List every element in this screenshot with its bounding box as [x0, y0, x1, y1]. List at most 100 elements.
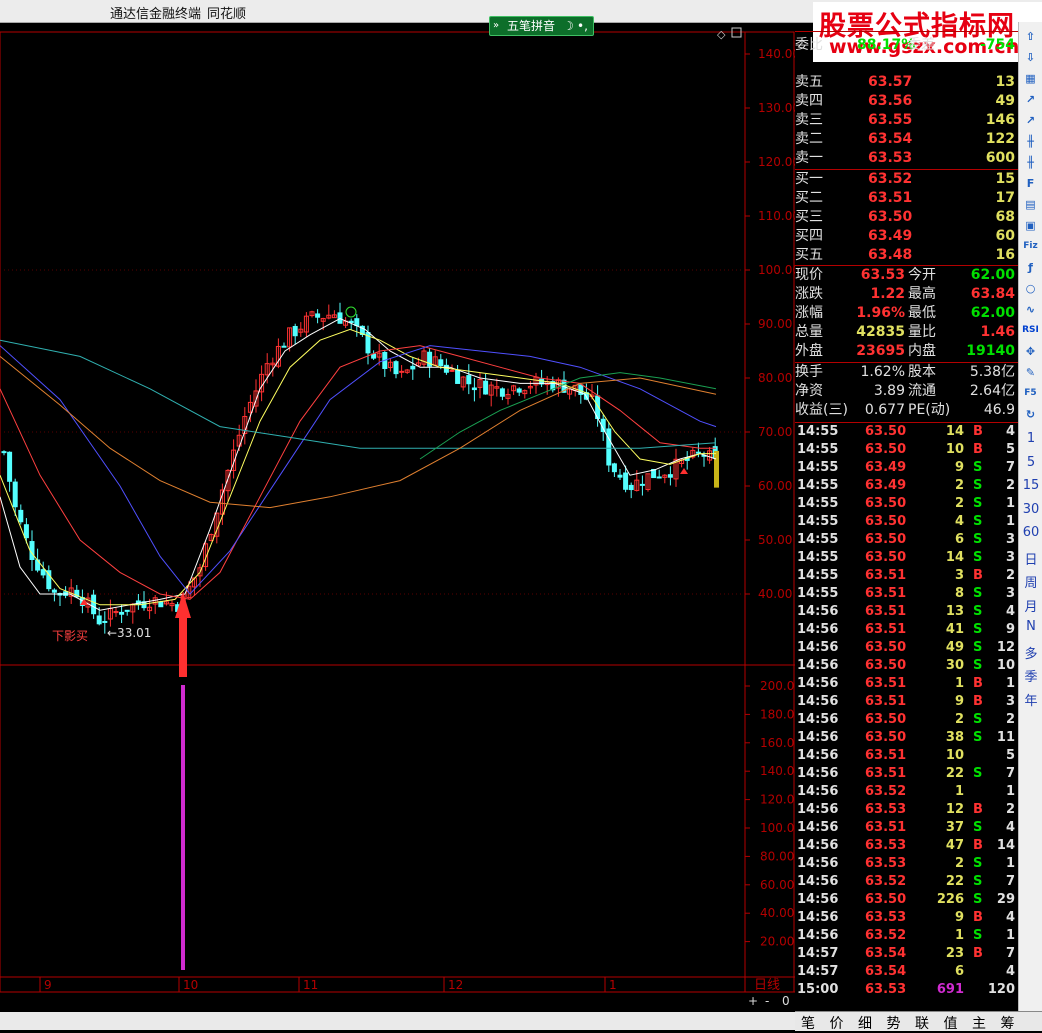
wave-icon[interactable]: ∿ — [1022, 301, 1039, 318]
period-1[interactable]: 1 — [1019, 431, 1042, 446]
period-N[interactable]: N — [1019, 619, 1042, 634]
period-60[interactable]: 60 — [1019, 525, 1042, 540]
arrow-down-icon[interactable]: ⇩ — [1022, 49, 1039, 66]
bid-price: 63.48 — [868, 247, 913, 263]
candle-body — [18, 509, 24, 523]
stat-value: 19140 — [966, 343, 1015, 359]
ask-price: 63.53 — [868, 150, 913, 166]
tick-side: B — [973, 802, 983, 817]
news-icon[interactable]: ▤ — [1022, 196, 1039, 213]
tick-side: S — [973, 622, 983, 637]
move-icon[interactable]: ✥ — [1022, 343, 1039, 360]
f10-icon[interactable]: F — [1022, 175, 1039, 192]
bottom-tab-1[interactable]: 价 — [830, 1013, 844, 1033]
stat-row: 现价 63.53 今开 62.00 — [795, 266, 1018, 285]
candle-body — [29, 541, 35, 561]
month-label: 11 — [303, 978, 318, 992]
period-5[interactable]: 5 — [1019, 455, 1042, 470]
chart-line-icon[interactable]: ↗ — [1022, 91, 1039, 108]
menu-tdx-terminal[interactable]: 通达信金融终端 — [110, 3, 201, 22]
tick-volume: 22 — [945, 874, 964, 889]
zoom-reset-button[interactable]: 0 — [782, 994, 790, 1008]
ask-volume: 49 — [995, 93, 1015, 109]
refresh-icon[interactable]: ↻ — [1022, 406, 1039, 423]
tick-time: 14:57 — [797, 946, 839, 961]
arrow-up-icon[interactable]: ⇧ — [1022, 28, 1039, 45]
tick-count: 29 — [996, 892, 1015, 907]
fx-icon[interactable]: ƒ — [1022, 259, 1039, 276]
zoom-out-button[interactable]: - — [765, 994, 769, 1008]
tick-row: 15:00 63.53 691 120 — [795, 981, 1018, 999]
tick-count: 3 — [1005, 586, 1015, 601]
tick-volume: 8 — [954, 586, 964, 601]
low-price-label: ←33.01 — [107, 626, 151, 640]
table-icon[interactable]: ▣ — [1022, 217, 1039, 234]
stat-value: 5.38亿 — [969, 364, 1015, 380]
punct-icon[interactable]: •, — [577, 17, 588, 35]
tick-count: 3 — [1005, 694, 1015, 709]
tick-count: 1 — [1005, 784, 1015, 799]
vol-tick-label: 160.00 — [760, 736, 795, 750]
bid-volume: 60 — [995, 228, 1015, 244]
expand-diamond-icon[interactable]: ◇ — [717, 28, 726, 41]
bottom-tab-7[interactable]: 筹 — [1001, 1013, 1015, 1033]
period-多[interactable]: 多 — [1019, 643, 1042, 662]
tick-time: 14:56 — [797, 694, 839, 709]
bottom-tab-0[interactable]: 笔 — [801, 1013, 815, 1033]
bottom-tab-5[interactable]: 值 — [944, 1013, 958, 1033]
tick-volume: 47 — [945, 838, 964, 853]
f5-icon[interactable]: F5 — [1022, 385, 1039, 402]
period-月[interactable]: 月 — [1019, 596, 1042, 615]
stat-value: 1.46 — [980, 324, 1015, 340]
signal-volume-bar — [181, 685, 185, 970]
circle-icon[interactable]: ○ — [1022, 280, 1039, 297]
menu-tonghuashun[interactable]: 同花顺 — [207, 3, 246, 22]
bid-row: 买一 63.52 15 — [795, 170, 1018, 189]
fiz-icon[interactable]: Fiz — [1022, 238, 1039, 255]
chevron-down-icon[interactable]: » — [493, 17, 499, 35]
bid-price: 63.51 — [868, 190, 913, 206]
period-季[interactable]: 季 — [1019, 666, 1042, 685]
period-日[interactable]: 日 — [1019, 549, 1042, 568]
tick-time: 14:55 — [797, 424, 839, 439]
stat2-row: 净资 3.89 流通 2.64亿 — [795, 382, 1018, 401]
period-label[interactable]: 日线 — [754, 978, 780, 993]
bottom-tab-3[interactable]: 势 — [887, 1013, 901, 1033]
zoom-in-button[interactable]: + — [748, 994, 758, 1008]
tick-count: 4 — [1005, 604, 1015, 619]
pencil-icon[interactable]: ✎ — [1022, 364, 1039, 381]
tick-price: 63.51 — [865, 676, 907, 691]
kline-chart[interactable]: 140.00130.00120.00110.00100.0090.0080.00… — [0, 22, 795, 1012]
tick-side: S — [973, 820, 983, 835]
tick-price: 63.54 — [865, 964, 907, 979]
vol-tick-label: 140.00 — [760, 764, 795, 778]
period-年[interactable]: 年 — [1019, 690, 1042, 709]
grid-icon[interactable]: ▦ — [1022, 70, 1039, 87]
period-30[interactable]: 30 — [1019, 502, 1042, 517]
stat-value: 1.62% — [860, 364, 905, 380]
tick-side: S — [973, 892, 983, 907]
candle-icon[interactable]: ╫ — [1022, 154, 1039, 171]
ask-price: 63.57 — [868, 74, 913, 90]
candle-icon[interactable]: ╫ — [1022, 133, 1039, 150]
moon-icon[interactable]: ☽ — [563, 17, 574, 35]
tick-volume: 4 — [954, 514, 964, 529]
chart-line-icon[interactable]: ↗ — [1022, 112, 1039, 129]
candle-body — [623, 472, 629, 490]
bottom-tab-4[interactable]: 联 — [915, 1013, 929, 1033]
period-周[interactable]: 周 — [1019, 572, 1042, 591]
tick-price: 63.52 — [865, 784, 907, 799]
tick-count: 1 — [1005, 928, 1015, 943]
tick-count: 1 — [1005, 676, 1015, 691]
ime-status-bar[interactable]: » 五笔拼音 ☽ •, — [489, 16, 594, 36]
period-15[interactable]: 15 — [1019, 478, 1042, 493]
bid-label: 买一 — [795, 171, 823, 187]
candle-body — [281, 345, 287, 348]
tick-row: 14:56 63.50 226 S 29 — [795, 891, 1018, 909]
rsi-icon[interactable]: RSI — [1022, 322, 1039, 339]
ask-row: 卖四 63.56 49 — [795, 92, 1018, 111]
bottom-tab-2[interactable]: 细 — [858, 1013, 872, 1033]
tick-volume: 2 — [954, 478, 964, 493]
bottom-tab-6[interactable]: 主 — [972, 1013, 986, 1033]
tick-side: S — [973, 604, 983, 619]
